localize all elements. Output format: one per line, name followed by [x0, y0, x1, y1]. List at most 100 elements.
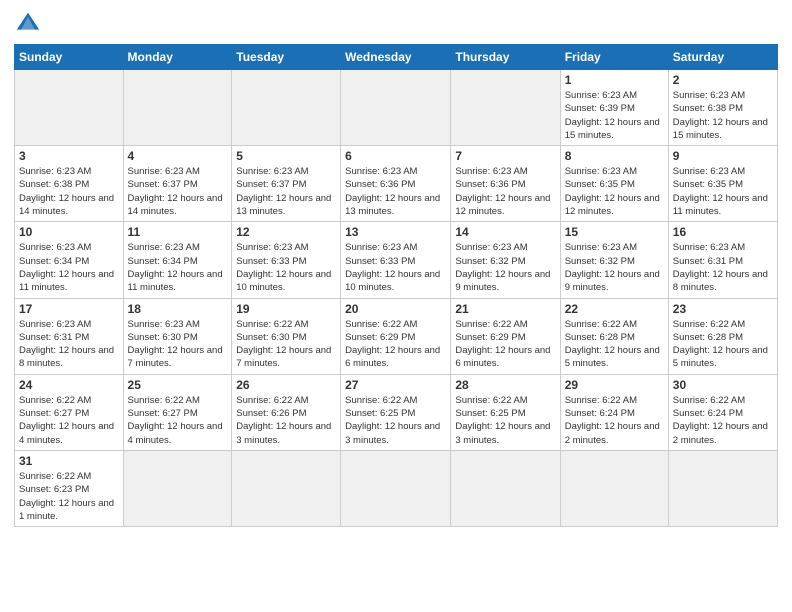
- day-info: Sunrise: 6:22 AM Sunset: 6:30 PM Dayligh…: [236, 318, 336, 371]
- calendar-day-cell: 29 Sunrise: 6:22 AM Sunset: 6:24 PM Dayli…: [560, 374, 668, 450]
- day-info: Sunrise: 6:23 AM Sunset: 6:33 PM Dayligh…: [236, 241, 336, 294]
- day-info: Sunrise: 6:22 AM Sunset: 6:24 PM Dayligh…: [565, 394, 664, 447]
- day-number: 10: [19, 225, 119, 239]
- calendar-day-cell: 13Sunrise: 6:23 AM Sunset: 6:33 PM Dayli…: [341, 222, 451, 298]
- calendar-day-cell: 16 Sunrise: 6:23 AM Sunset: 6:31 PM Dayli…: [668, 222, 777, 298]
- day-number: 16: [673, 225, 773, 239]
- day-info: Sunrise: 6:23 AM Sunset: 6:32 PM Dayligh…: [565, 241, 664, 294]
- calendar-day-cell: 12Sunrise: 6:23 AM Sunset: 6:33 PM Dayli…: [232, 222, 341, 298]
- calendar-day-cell: 20 Sunrise: 6:22 AM Sunset: 6:29 PM Dayli…: [341, 298, 451, 374]
- calendar-day-cell: 7 Sunrise: 6:23 AM Sunset: 6:36 PM Daylig…: [451, 146, 560, 222]
- calendar-day-cell: 4Sunrise: 6:23 AM Sunset: 6:37 PM Daylig…: [123, 146, 232, 222]
- weekday-tuesday: Tuesday: [232, 45, 341, 70]
- calendar-day-cell: 24 Sunrise: 6:22 AM Sunset: 6:27 PM Dayli…: [15, 374, 124, 450]
- calendar-day-cell: 23 Sunrise: 6:22 AM Sunset: 6:28 PM Dayli…: [668, 298, 777, 374]
- calendar-day-cell: 5 Sunrise: 6:23 AM Sunset: 6:37 PM Daylig…: [232, 146, 341, 222]
- day-info: Sunrise: 6:22 AM Sunset: 6:29 PM Dayligh…: [345, 318, 446, 371]
- day-info: Sunrise: 6:23 AM Sunset: 6:38 PM Dayligh…: [673, 89, 773, 142]
- day-number: 19: [236, 302, 336, 316]
- calendar-day-cell: 6 Sunrise: 6:23 AM Sunset: 6:36 PM Daylig…: [341, 146, 451, 222]
- calendar-day-cell: [668, 450, 777, 526]
- day-info: Sunrise: 6:22 AM Sunset: 6:28 PM Dayligh…: [673, 318, 773, 371]
- calendar-day-cell: 18 Sunrise: 6:23 AM Sunset: 6:30 PM Dayli…: [123, 298, 232, 374]
- day-info: Sunrise: 6:22 AM Sunset: 6:29 PM Dayligh…: [455, 318, 555, 371]
- day-number: 18: [128, 302, 228, 316]
- day-info: Sunrise: 6:23 AM Sunset: 6:30 PM Dayligh…: [128, 318, 228, 371]
- calendar-day-cell: [341, 450, 451, 526]
- day-info: Sunrise: 6:22 AM Sunset: 6:27 PM Dayligh…: [128, 394, 228, 447]
- calendar-day-cell: [15, 70, 124, 146]
- day-number: 20: [345, 302, 446, 316]
- day-info: Sunrise: 6:22 AM Sunset: 6:23 PM Dayligh…: [19, 470, 119, 523]
- day-info: Sunrise: 6:23 AM Sunset: 6:34 PM Dayligh…: [19, 241, 119, 294]
- day-number: 17: [19, 302, 119, 316]
- day-number: 5: [236, 149, 336, 163]
- calendar-week-row: 24 Sunrise: 6:22 AM Sunset: 6:27 PM Dayli…: [15, 374, 778, 450]
- day-info: Sunrise: 6:23 AM Sunset: 6:36 PM Dayligh…: [345, 165, 446, 218]
- day-number: 3: [19, 149, 119, 163]
- calendar-day-cell: 8Sunrise: 6:23 AM Sunset: 6:35 PM Daylig…: [560, 146, 668, 222]
- calendar-day-cell: [232, 70, 341, 146]
- calendar-week-row: 17 Sunrise: 6:23 AM Sunset: 6:31 PM Dayli…: [15, 298, 778, 374]
- logo-icon: [14, 10, 42, 38]
- day-info: Sunrise: 6:23 AM Sunset: 6:31 PM Dayligh…: [673, 241, 773, 294]
- day-info: Sunrise: 6:22 AM Sunset: 6:25 PM Dayligh…: [455, 394, 555, 447]
- day-info: Sunrise: 6:23 AM Sunset: 6:32 PM Dayligh…: [455, 241, 555, 294]
- calendar-day-cell: 27 Sunrise: 6:22 AM Sunset: 6:25 PM Dayli…: [341, 374, 451, 450]
- day-info: Sunrise: 6:23 AM Sunset: 6:37 PM Dayligh…: [236, 165, 336, 218]
- day-info: Sunrise: 6:22 AM Sunset: 6:27 PM Dayligh…: [19, 394, 119, 447]
- calendar-day-cell: [232, 450, 341, 526]
- calendar-day-cell: 2 Sunrise: 6:23 AM Sunset: 6:38 PM Daylig…: [668, 70, 777, 146]
- calendar-day-cell: 11Sunrise: 6:23 AM Sunset: 6:34 PM Dayli…: [123, 222, 232, 298]
- day-info: Sunrise: 6:22 AM Sunset: 6:26 PM Dayligh…: [236, 394, 336, 447]
- day-info: Sunrise: 6:23 AM Sunset: 6:38 PM Dayligh…: [19, 165, 119, 218]
- calendar-day-cell: 17 Sunrise: 6:23 AM Sunset: 6:31 PM Dayli…: [15, 298, 124, 374]
- calendar-day-cell: 22 Sunrise: 6:22 AM Sunset: 6:28 PM Dayli…: [560, 298, 668, 374]
- day-number: 21: [455, 302, 555, 316]
- calendar-day-cell: [123, 450, 232, 526]
- calendar-day-cell: [123, 70, 232, 146]
- day-info: Sunrise: 6:22 AM Sunset: 6:24 PM Dayligh…: [673, 394, 773, 447]
- day-info: Sunrise: 6:23 AM Sunset: 6:39 PM Dayligh…: [565, 89, 664, 142]
- day-number: 15: [565, 225, 664, 239]
- page: SundayMondayTuesdayWednesdayThursdayFrid…: [0, 0, 792, 612]
- day-number: 11: [128, 225, 228, 239]
- day-number: 2: [673, 73, 773, 87]
- day-number: 22: [565, 302, 664, 316]
- day-number: 27: [345, 378, 446, 392]
- day-number: 1: [565, 73, 664, 87]
- calendar-day-cell: 21 Sunrise: 6:22 AM Sunset: 6:29 PM Dayli…: [451, 298, 560, 374]
- calendar-day-cell: [451, 70, 560, 146]
- day-number: 6: [345, 149, 446, 163]
- calendar-week-row: 3 Sunrise: 6:23 AM Sunset: 6:38 PM Daylig…: [15, 146, 778, 222]
- weekday-wednesday: Wednesday: [341, 45, 451, 70]
- weekday-header-row: SundayMondayTuesdayWednesdayThursdayFrid…: [15, 45, 778, 70]
- calendar-day-cell: 19 Sunrise: 6:22 AM Sunset: 6:30 PM Dayli…: [232, 298, 341, 374]
- day-info: Sunrise: 6:23 AM Sunset: 6:31 PM Dayligh…: [19, 318, 119, 371]
- day-number: 26: [236, 378, 336, 392]
- day-number: 31: [19, 454, 119, 468]
- day-info: Sunrise: 6:23 AM Sunset: 6:36 PM Dayligh…: [455, 165, 555, 218]
- day-number: 14: [455, 225, 555, 239]
- day-number: 23: [673, 302, 773, 316]
- calendar-day-cell: 10 Sunrise: 6:23 AM Sunset: 6:34 PM Dayli…: [15, 222, 124, 298]
- day-info: Sunrise: 6:22 AM Sunset: 6:25 PM Dayligh…: [345, 394, 446, 447]
- calendar-day-cell: 14 Sunrise: 6:23 AM Sunset: 6:32 PM Dayli…: [451, 222, 560, 298]
- weekday-monday: Monday: [123, 45, 232, 70]
- day-info: Sunrise: 6:22 AM Sunset: 6:28 PM Dayligh…: [565, 318, 664, 371]
- day-number: 7: [455, 149, 555, 163]
- day-number: 25: [128, 378, 228, 392]
- calendar-table: SundayMondayTuesdayWednesdayThursdayFrid…: [14, 44, 778, 527]
- weekday-sunday: Sunday: [15, 45, 124, 70]
- header: [14, 10, 778, 38]
- calendar-week-row: 1 Sunrise: 6:23 AM Sunset: 6:39 PM Daylig…: [15, 70, 778, 146]
- day-info: Sunrise: 6:23 AM Sunset: 6:37 PM Dayligh…: [128, 165, 228, 218]
- calendar-week-row: 31 Sunrise: 6:22 AM Sunset: 6:23 PM Dayli…: [15, 450, 778, 526]
- calendar-day-cell: 1 Sunrise: 6:23 AM Sunset: 6:39 PM Daylig…: [560, 70, 668, 146]
- day-number: 29: [565, 378, 664, 392]
- day-number: 24: [19, 378, 119, 392]
- day-number: 28: [455, 378, 555, 392]
- calendar-day-cell: 9Sunrise: 6:23 AM Sunset: 6:35 PM Daylig…: [668, 146, 777, 222]
- calendar-day-cell: 25 Sunrise: 6:22 AM Sunset: 6:27 PM Dayli…: [123, 374, 232, 450]
- day-number: 8: [565, 149, 664, 163]
